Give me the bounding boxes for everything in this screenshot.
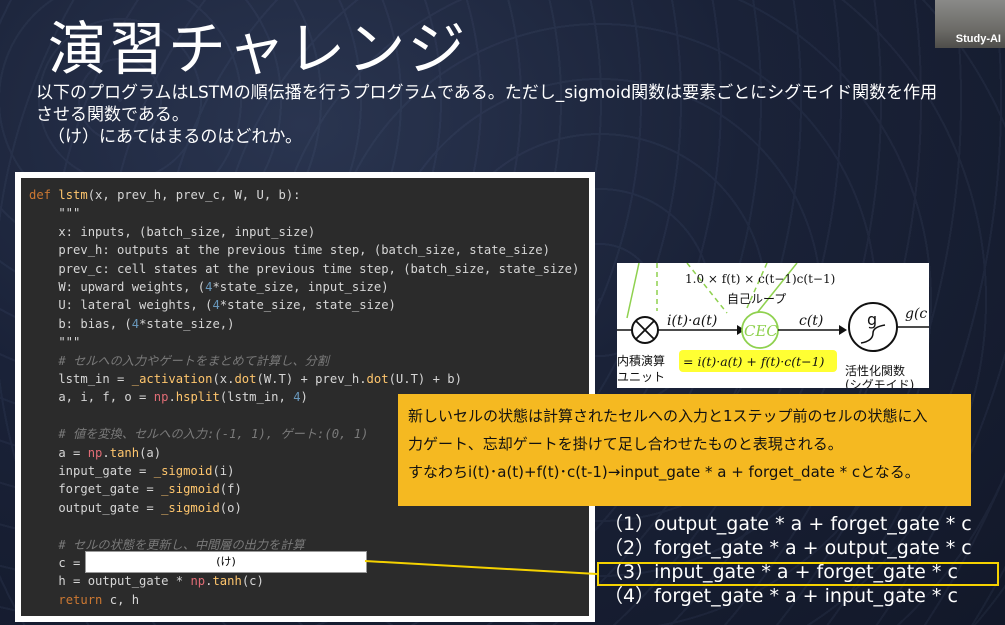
connector-line [364, 560, 598, 575]
